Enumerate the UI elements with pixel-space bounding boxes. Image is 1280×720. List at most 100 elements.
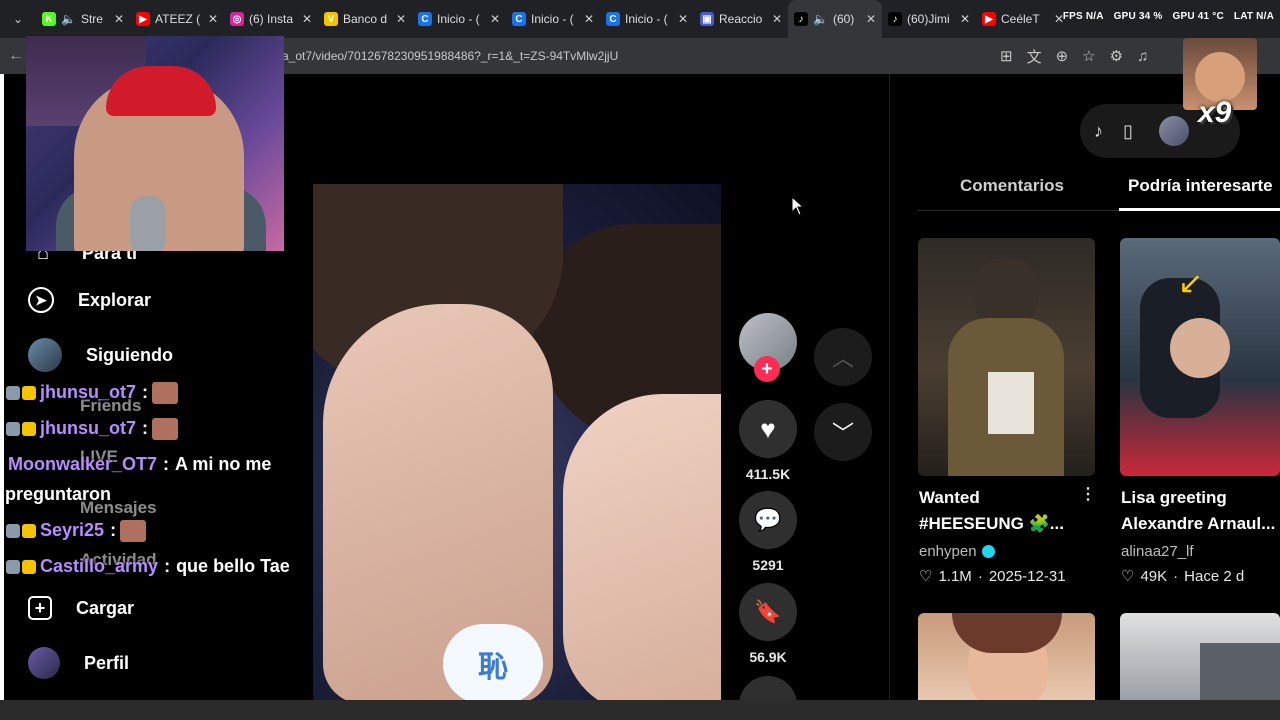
sidebar-item-siguiendo[interactable]: Siguiendo	[28, 338, 173, 372]
shield-badge-icon	[6, 524, 20, 539]
video-card-title-line1: Lisa greeting	[1121, 488, 1227, 507]
lat-readout: LAT N/A	[1233, 11, 1274, 22]
video-card-date: 2025-12-31	[988, 567, 1066, 585]
sidebar-item-perfil[interactable]: Perfil	[28, 647, 129, 679]
video-player[interactable]: 恥	[313, 184, 721, 700]
video-card-title[interactable]: Wanted #HEESEUNG 🧩...	[919, 485, 1079, 537]
browser-tab[interactable]: ▶ ATEEZ (✕	[130, 0, 224, 38]
shield-badge-icon	[6, 422, 20, 437]
sidebar-item-label: Siguiendo	[86, 344, 173, 365]
url-field[interactable]: a_ot7/video/7012678230951988486?_r=1&_t=…	[282, 44, 992, 68]
zoom-icon[interactable]: ⊕	[1056, 47, 1069, 65]
chat-message: preguntaron	[5, 484, 111, 505]
sidebar-item-cargar[interactable]: + Cargar	[28, 596, 134, 620]
tab-close-icon[interactable]: ✕	[678, 12, 688, 26]
browser-tab[interactable]: ◎ (6) Insta ✕	[224, 0, 318, 38]
video-card-thumbnail[interactable]	[1120, 613, 1280, 700]
chat-badges	[6, 524, 36, 539]
tab-title: (60)Jimi	[907, 12, 950, 26]
tab-close-icon[interactable]: ✕	[772, 12, 782, 26]
tab-close-icon[interactable]: ✕	[302, 12, 312, 26]
video-card-author[interactable]: alinaa27_lf	[1121, 543, 1194, 560]
browser-tab[interactable]: ♪ (60)Jimi ✕	[882, 0, 976, 38]
translate-icon[interactable]: 文	[1027, 46, 1042, 67]
save-button[interactable]: 🔖	[739, 583, 797, 641]
tab-podria-interesarte[interactable]: Podría interesarte	[1128, 176, 1273, 196]
video-card-likes: 1.1M	[938, 567, 972, 585]
profile-icon	[28, 647, 60, 679]
more-options-icon[interactable]: ⋮	[1080, 484, 1096, 504]
gpu-temp-readout: GPU 41 °C	[1172, 11, 1224, 22]
browser-tab[interactable]: ▶ CeéleT ✕	[976, 0, 1070, 38]
tab-favicon-icon: ◎	[230, 12, 244, 26]
shield-badge-icon	[6, 560, 20, 575]
browser-tab[interactable]: C Inicio - (✕	[506, 0, 600, 38]
speaker-icon[interactable]: 🔈	[813, 12, 828, 26]
tab-favicon-icon: ▶	[136, 12, 150, 26]
comment-button[interactable]: 💬	[739, 491, 797, 549]
video-card-thumbnail[interactable]: ↙	[1120, 238, 1280, 476]
plus-icon: +	[761, 358, 773, 380]
tab-favicon-icon: ▶	[982, 12, 996, 26]
screen: ⌄ K 🔈 Stre ✕ ▶ ATEEZ (✕ ◎ (6) Insta ✕ V Banco d ✕ C I…	[0, 0, 1280, 720]
tab-comentarios[interactable]: Comentarios	[960, 176, 1064, 196]
chat-text: A mi no me	[175, 454, 272, 474]
tab-close-icon[interactable]: ✕	[960, 12, 970, 26]
video-card-title-line2: Alexandre Arnaul...	[1121, 514, 1276, 533]
author-name: alinaa27_lf	[1121, 543, 1194, 560]
speaker-icon[interactable]: 🔈	[61, 12, 76, 26]
tab-title: Inicio - (	[437, 12, 480, 26]
chat-badges	[6, 386, 36, 401]
tiktok-icon[interactable]: ♪	[1094, 121, 1103, 142]
thumbnail-hair	[952, 613, 1062, 653]
video-card-thumbnail[interactable]	[918, 613, 1095, 700]
tab-close-icon[interactable]: ✕	[396, 12, 406, 26]
tab-close-icon[interactable]: ✕	[114, 12, 124, 26]
sidebar-item-explorar[interactable]: ➤ Explorar	[28, 287, 151, 313]
tab-close-icon[interactable]: ✕	[208, 12, 218, 26]
user-avatar[interactable]	[1158, 116, 1189, 146]
tab-title: (60)	[832, 12, 855, 26]
browser-tab[interactable]: C Inicio - (✕	[600, 0, 694, 38]
browser-tab[interactable]: ▣ Reaccio ✕	[694, 0, 788, 38]
tab-search-button[interactable]: ⌄	[0, 0, 36, 38]
follow-button[interactable]: +	[754, 356, 780, 382]
arrow-pointer-icon: ↙	[1178, 267, 1204, 300]
tab-close-icon[interactable]: ✕	[866, 12, 876, 26]
chat-separator: :	[163, 454, 170, 474]
video-card-meta: ♡ 1.1M · 2025-12-31	[919, 567, 1066, 586]
chat-emote-icon	[152, 382, 179, 405]
tab-favicon-icon: K	[42, 12, 56, 26]
browser-tab[interactable]: K 🔈 Stre ✕	[36, 0, 130, 38]
video-card-title-line2: #HEESEUNG 🧩...	[919, 514, 1064, 533]
tab-close-icon[interactable]: ✕	[584, 12, 594, 26]
reaction-multiplier: x9	[1198, 96, 1232, 129]
avatar-icon	[28, 338, 62, 372]
video-card-meta: ♡ 49K · Hace 2 d	[1121, 567, 1244, 586]
browser-tab[interactable]: V Banco d ✕	[318, 0, 412, 38]
browser-tab[interactable]: ♪ 🔈 (60) ✕	[788, 0, 882, 38]
browser-tab[interactable]: C Inicio - (✕	[412, 0, 506, 38]
video-card-likes: 49K	[1140, 567, 1168, 585]
chevron-down-icon: ⌄	[12, 12, 24, 26]
video-card-title[interactable]: Lisa greeting Alexandre Arnaul...	[1121, 485, 1280, 537]
video-card-author[interactable]: enhypen	[919, 543, 995, 560]
tab-strip: K 🔈 Stre ✕ ▶ ATEEZ (✕ ◎ (6) Insta ✕ V Banco d ✕ C Ini…	[36, 0, 1070, 38]
next-video-button[interactable]: ﹀	[814, 403, 872, 461]
media-controls-icon[interactable]: ♫	[1137, 48, 1148, 65]
shield-badge-icon	[6, 386, 20, 401]
verified-badge-icon	[981, 545, 995, 558]
app-install-icon[interactable]: ⊞	[1000, 47, 1013, 65]
chat-message: Moonwalker_OT7: A mi no me	[8, 454, 271, 475]
fps-readout: FPS N/A	[1062, 11, 1104, 22]
bookmark-star-icon[interactable]: ☆	[1082, 47, 1095, 65]
chat-separator: :	[164, 556, 171, 576]
chat-username: Seyri25	[40, 520, 105, 540]
phone-icon[interactable]: ▯	[1123, 121, 1133, 142]
tab-close-icon[interactable]: ✕	[490, 12, 500, 26]
extensions-icon[interactable]: ⚙	[1110, 47, 1123, 65]
like-button[interactable]: ♥	[739, 400, 797, 458]
previous-video-button[interactable]: ︿	[814, 328, 872, 386]
author-name: enhypen	[919, 543, 977, 560]
video-card-thumbnail[interactable]	[918, 238, 1095, 476]
